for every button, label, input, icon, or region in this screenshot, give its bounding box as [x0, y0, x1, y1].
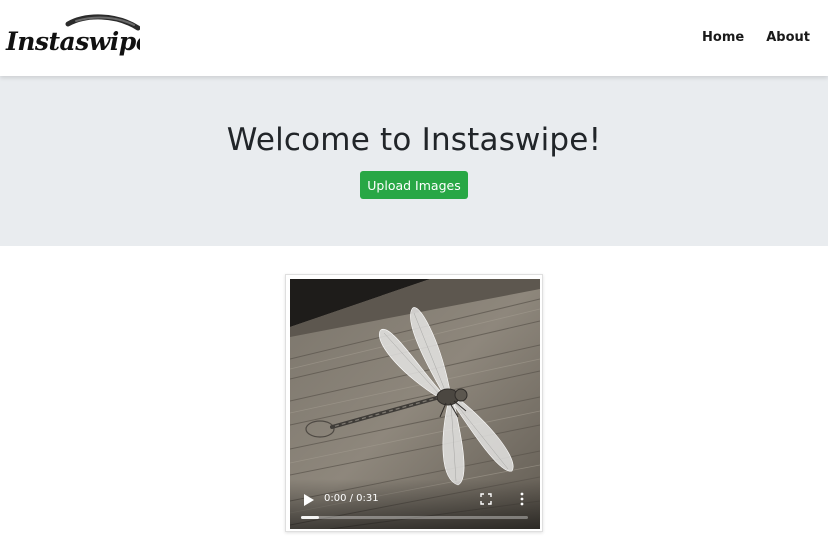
video-player[interactable]: 0:00 / 0:31: [290, 279, 540, 529]
video-card: 0:00 / 0:31: [285, 274, 543, 532]
navbar: Instaswipe Home About: [0, 0, 828, 76]
nav-about-link[interactable]: About: [766, 30, 810, 45]
more-options-icon[interactable]: [516, 492, 528, 506]
fullscreen-icon[interactable]: [480, 493, 492, 505]
video-time: 0:00 / 0:31: [324, 493, 379, 504]
video-controls: 0:00 / 0:31: [290, 479, 540, 529]
upload-images-button[interactable]: Upload Images: [360, 171, 468, 199]
video-progress-fill: [301, 516, 320, 519]
nav-home-link[interactable]: Home: [702, 30, 744, 45]
hero-jumbotron: Welcome to Instaswipe! Upload Images: [0, 76, 828, 246]
nav-links: Home About: [702, 30, 810, 45]
page-title: Welcome to Instaswipe!: [226, 122, 602, 158]
video-progress-bar[interactable]: [301, 516, 528, 519]
svg-text:Instaswipe: Instaswipe: [5, 27, 140, 56]
instaswipe-logo[interactable]: Instaswipe: [4, 10, 140, 64]
play-icon[interactable]: [302, 493, 316, 507]
